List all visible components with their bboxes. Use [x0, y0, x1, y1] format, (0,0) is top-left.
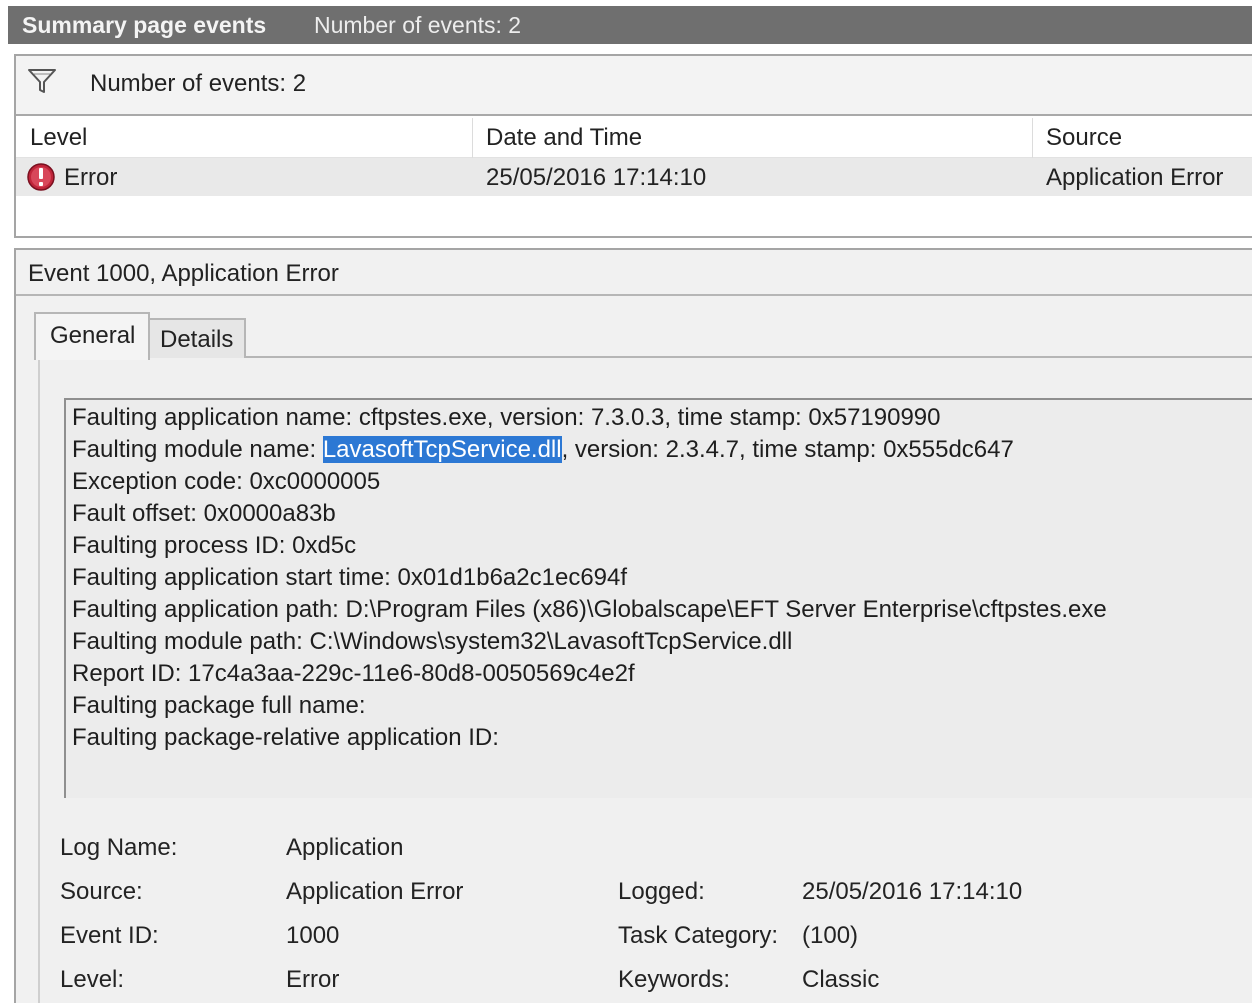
table-row[interactable]: Error 25/05/2016 17:14:10 Application Er…	[16, 158, 1252, 196]
page-title: Summary page events	[22, 12, 267, 38]
tab-details[interactable]: Details	[148, 318, 246, 358]
column-header-source[interactable]: Source	[1046, 124, 1122, 158]
event-count-label: Number of events: 2	[90, 70, 307, 97]
keywords-label: Keywords:	[618, 966, 731, 993]
event-level: Error	[64, 164, 118, 191]
tab-general-label: General	[50, 322, 136, 349]
log-name-label: Log Name:	[60, 834, 178, 861]
description-text: Faulting module name:	[72, 436, 323, 463]
event-detail-header: Event 1000, Application Error	[16, 250, 1252, 296]
level-value: Error	[286, 966, 340, 993]
description-line: Fault offset: 0x0000a83b	[72, 500, 336, 527]
description-line: Faulting process ID: 0xd5c	[72, 532, 357, 559]
log-name-value: Application	[286, 834, 404, 861]
filter-icon[interactable]	[26, 66, 58, 96]
description-line: Report ID: 17c4a3aa-229c-11e6-80d8-00505…	[72, 660, 635, 687]
tab-details-label: Details	[160, 326, 234, 353]
tab-general[interactable]: General	[34, 312, 150, 360]
source-value: Application Error	[286, 878, 464, 905]
source-label: Source:	[60, 878, 143, 905]
level-label: Level:	[60, 966, 125, 993]
logged-label: Logged:	[618, 878, 705, 905]
description-line: Faulting application path: D:\Program Fi…	[72, 596, 1107, 623]
event-description-textbox[interactable]: Faulting application name: cftpstes.exe,…	[64, 398, 1252, 798]
error-icon	[27, 163, 55, 191]
event-source: Application Error	[1046, 164, 1224, 191]
description-line: Faulting package full name:	[72, 692, 366, 719]
column-divider[interactable]	[472, 118, 473, 158]
description-line: Faulting module name: LavasoftTcpService…	[72, 436, 1014, 468]
event-detail-title: Event 1000, Application Error	[28, 260, 339, 287]
description-line: Faulting application name: cftpstes.exe,…	[72, 404, 941, 431]
event-id-label: Event ID:	[60, 922, 159, 949]
description-text: , version: 2.3.4.7, time stamp: 0x555dc6…	[561, 436, 1014, 463]
task-category-value: (100)	[802, 922, 859, 949]
selected-text[interactable]: LavasoftTcpService.dll	[322, 436, 562, 463]
keywords-value: Classic	[802, 966, 880, 993]
column-header-level[interactable]: Level	[30, 124, 87, 158]
event-id-value: 1000	[286, 922, 340, 949]
filter-bar: Number of events: 2	[16, 56, 1252, 116]
event-date-time: 25/05/2016 17:14:10	[486, 164, 707, 191]
title-bar: Summary page events Number of events: 2	[8, 6, 1252, 44]
events-column-header: Level Date and Time Source	[16, 118, 1252, 158]
task-category-label: Task Category:	[618, 922, 779, 949]
column-header-date-time[interactable]: Date and Time	[486, 124, 642, 158]
event-count-header: Number of events: 2	[314, 12, 522, 38]
description-line: Exception code: 0xc0000005	[72, 468, 381, 495]
description-line: Faulting package-relative application ID…	[72, 724, 499, 751]
logged-value: 25/05/2016 17:14:10	[802, 878, 1023, 905]
description-line: Faulting application start time: 0x01d1b…	[72, 564, 628, 591]
column-divider[interactable]	[1032, 118, 1033, 158]
description-line: Faulting module path: C:\Windows\system3…	[72, 628, 793, 655]
